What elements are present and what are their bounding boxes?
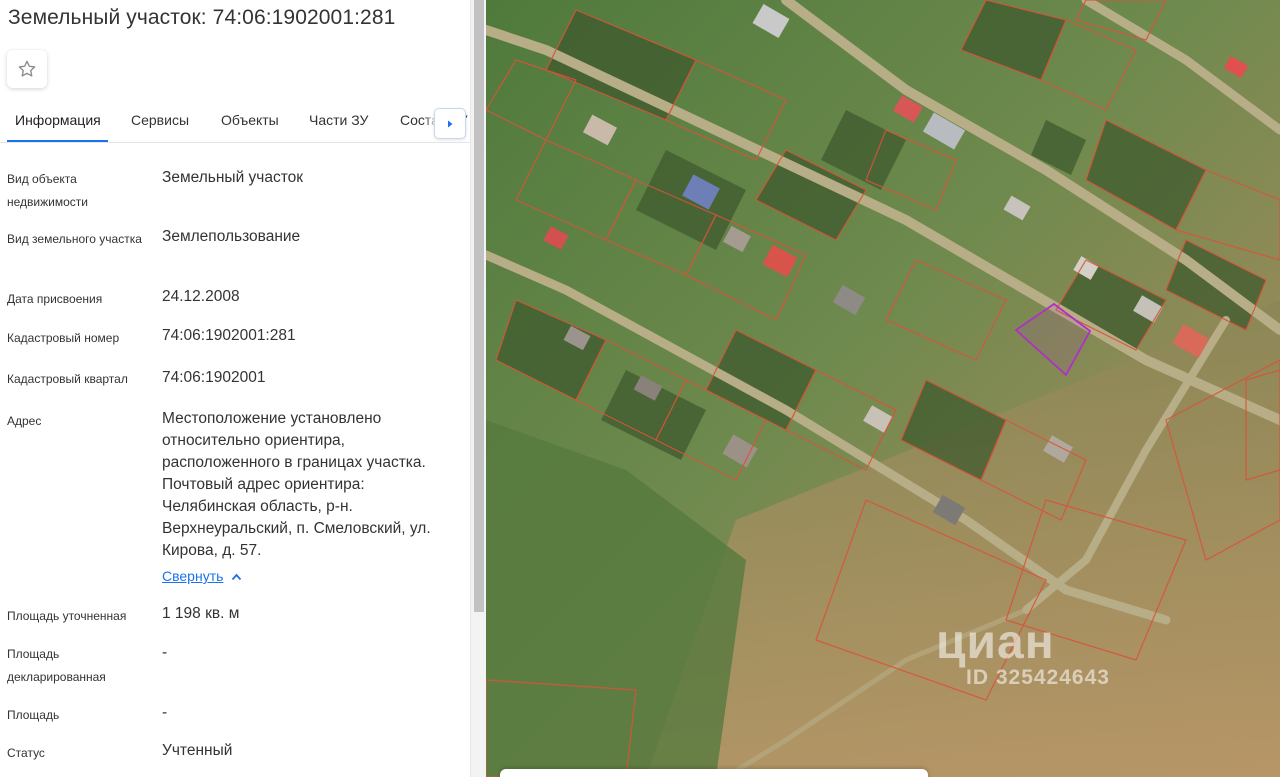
label-address: Адрес [7, 414, 42, 428]
label-area-declared: Площадь декларированная [7, 647, 106, 684]
value-address: Местоположение установлено относительно … [162, 410, 431, 559]
tabs-scroll-button[interactable] [434, 108, 466, 139]
label-object-type: Вид объекта недвижимости [7, 172, 88, 209]
map-canvas[interactable] [486, 0, 1280, 777]
collapse-link[interactable]: Свернуть [162, 568, 242, 584]
star-outline-icon [18, 60, 36, 77]
active-tab-indicator [7, 140, 108, 142]
label-land-type: Вид земельного участка [7, 232, 142, 246]
scrollbar-thumb[interactable] [474, 0, 484, 612]
chevron-up-icon [232, 573, 242, 580]
label-status: Статус [7, 746, 45, 760]
panel-scrollbar[interactable] [470, 0, 486, 777]
chevron-right-icon [448, 120, 453, 127]
map-bottom-bar[interactable] [500, 769, 928, 777]
tab-bar: Информация Сервисы Объекты Части ЗУ Сост… [0, 100, 470, 143]
satellite-map[interactable] [486, 0, 1280, 777]
value-assign-date: 24.12.2008 [162, 288, 240, 305]
page-title: Земельный участок: 74:06:1902001:281 [8, 6, 396, 29]
label-cadastral-quarter: Кадастровый квартал [7, 372, 128, 386]
value-area-declared: - [162, 644, 168, 661]
tab-objects[interactable]: Объекты [221, 112, 279, 128]
tab-services[interactable]: Сервисы [131, 112, 189, 128]
info-panel: Земельный участок: 74:06:1902001:281 Инф… [0, 0, 486, 777]
value-cadastral-number: 74:06:1902001:281 [162, 327, 296, 344]
favorite-button[interactable] [7, 50, 47, 88]
label-area: Площадь [7, 708, 60, 722]
value-object-type: Земельный участок [162, 169, 304, 186]
tab-information[interactable]: Информация [15, 112, 101, 128]
value-cadastral-quarter: 74:06:1902001 [162, 369, 266, 386]
label-cadastral-number: Кадастровый номер [7, 331, 120, 345]
collapse-label: Свернуть [162, 568, 224, 584]
value-land-type: Землепользование [162, 228, 301, 245]
label-assign-date: Дата присвоения [7, 292, 103, 306]
value-status: Учтенный [162, 742, 233, 759]
tab-parts[interactable]: Части ЗУ [309, 112, 368, 128]
value-area-specified: 1 198 кв. м [162, 605, 240, 622]
value-area: - [162, 704, 168, 721]
label-area-specified: Площадь уточненная [7, 609, 127, 623]
